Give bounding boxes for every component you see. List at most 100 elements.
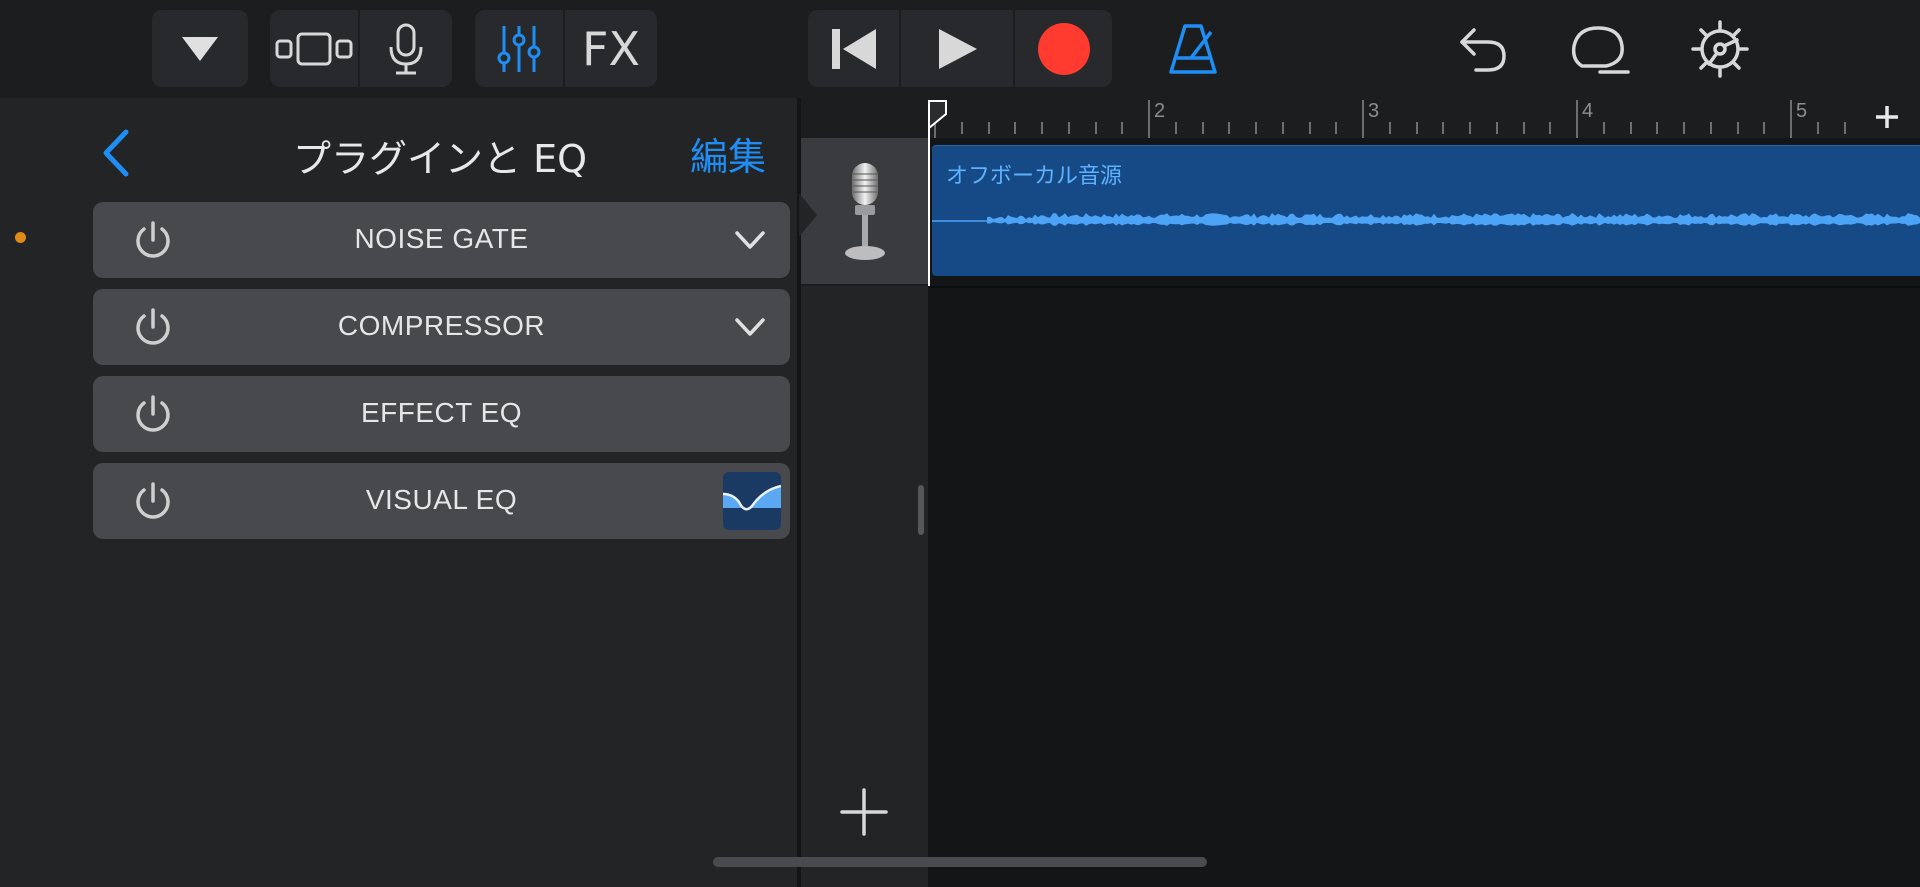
ruler-tick [1228, 122, 1231, 134]
metronome-button[interactable] [1158, 14, 1228, 84]
ruler-tick [1602, 122, 1605, 134]
chevron-down-icon [735, 231, 765, 249]
status-dot [15, 232, 26, 243]
add-track-button[interactable] [838, 786, 890, 838]
ruler-number: 5 [1796, 100, 1808, 122]
track-view-icon [275, 32, 353, 65]
ruler-tick [1041, 122, 1043, 134]
track-view-button[interactable] [270, 10, 360, 87]
ruler-number: 3 [1368, 100, 1380, 122]
record-button[interactable] [1015, 10, 1112, 87]
microphone-button[interactable] [360, 10, 452, 87]
microphone-icon [389, 23, 423, 74]
plugin-name: VISUAL EQ [365, 484, 518, 515]
lane-divider [928, 286, 1920, 288]
ruler-tick [1174, 122, 1177, 134]
ruler-tick [1281, 122, 1284, 134]
back-button[interactable] [98, 128, 138, 178]
visual-eq-thumbnail[interactable] [723, 472, 781, 530]
play-button[interactable] [901, 10, 1015, 87]
plugin-row-effect-eq[interactable]: EFFECT EQ [93, 376, 790, 452]
ruler-tick [1121, 122, 1124, 134]
region-name: オフボーカル音源 [946, 164, 1123, 189]
mixer-fx-group: FX [475, 10, 657, 87]
ruler-tick [1014, 122, 1017, 134]
chevron-down-icon [735, 318, 765, 336]
track-header-spacer [801, 98, 928, 138]
ruler-tick [1067, 122, 1070, 134]
triangle-down-icon [182, 36, 218, 61]
plugin-row-noise-gate[interactable]: NOISE GATE [93, 202, 790, 278]
loop-button[interactable] [1565, 14, 1635, 84]
bar-ruler[interactable]: 2 3 4 5 [928, 98, 1920, 138]
play-icon [939, 28, 977, 69]
browser-button[interactable] [152, 10, 248, 87]
plugins-panel: プラグインと EQ 編集 NOISE GATE COMPRESSOR EFFEC… [0, 98, 799, 887]
sliders-icon [497, 25, 541, 72]
ruler-tick [1201, 122, 1204, 134]
microphone-icon [845, 163, 885, 260]
eq-curve-icon [723, 484, 781, 511]
ruler-tick [1148, 100, 1150, 138]
plugin-name: EFFECT EQ [360, 397, 523, 428]
edit-button[interactable]: 編集 [690, 126, 766, 181]
ruler-tick [1816, 122, 1819, 134]
ruler-tick [1442, 122, 1445, 134]
plugin-name: COMPRESSOR [337, 310, 546, 341]
plugin-row-visual-eq[interactable]: VISUAL EQ [93, 463, 790, 539]
plugin-name: NOISE GATE [354, 223, 529, 254]
ruler-tick [1094, 122, 1097, 134]
track-headers [799, 98, 928, 887]
playhead-handle[interactable] [928, 100, 950, 130]
home-indicator [713, 857, 1207, 867]
ruler-tick [1522, 122, 1525, 134]
ruler-tick [1415, 122, 1418, 134]
expand-button[interactable] [733, 315, 767, 339]
ruler-tick [960, 122, 963, 134]
chevron-left-icon [103, 129, 129, 177]
toolbar: FX [0, 0, 1920, 98]
fx-label: FX [582, 21, 640, 76]
ruler-tick [1495, 122, 1498, 134]
selection-notch [799, 193, 817, 237]
ruler-tick [1790, 100, 1792, 138]
ruler-tick [1362, 100, 1364, 138]
ruler-number: 2 [1154, 100, 1166, 122]
undo-icon [1460, 28, 1506, 72]
expand-button[interactable] [733, 228, 767, 252]
fx-button[interactable]: FX [565, 10, 657, 87]
ruler-tick [987, 122, 990, 134]
go-to-start-button[interactable] [808, 10, 901, 87]
transport-group [808, 10, 1112, 87]
mixer-button[interactable] [475, 10, 565, 87]
ruler-tick [1709, 122, 1712, 134]
ruler-tick [1308, 122, 1311, 134]
page-title: プラグインと EQ [293, 137, 587, 181]
undo-button[interactable] [1447, 14, 1517, 84]
track-header-audio-recorder[interactable] [799, 138, 928, 286]
go-to-start-icon [831, 28, 876, 69]
ruler-tick [1843, 122, 1846, 134]
add-section-button[interactable] [1872, 102, 1902, 132]
audio-region[interactable]: オフボーカル音源 [932, 145, 1920, 276]
settings-button[interactable] [1685, 14, 1755, 84]
ruler-number: 4 [1582, 100, 1594, 122]
plugin-list: NOISE GATE COMPRESSOR EFFECT EQ VISUAL E… [93, 202, 790, 550]
record-icon [1037, 22, 1090, 75]
waveform [932, 213, 1920, 226]
plus-icon [840, 788, 888, 836]
browser-button-group [152, 10, 248, 87]
track-resize-handle[interactable] [918, 485, 924, 535]
ruler-tick [1255, 122, 1257, 134]
ruler-tick [1469, 122, 1471, 134]
ruler-tick [1736, 122, 1739, 134]
ruler-tick [1335, 122, 1338, 134]
plus-icon [1876, 106, 1898, 128]
timeline[interactable]: 2 3 4 5 オフボーカル音源 [928, 98, 1920, 887]
loop-icon [1571, 26, 1630, 74]
ruler-tick [1549, 122, 1552, 134]
plugin-row-compressor[interactable]: COMPRESSOR [93, 289, 790, 365]
ruler-tick [1388, 122, 1391, 134]
view-mic-group [270, 10, 452, 87]
ruler-tick [1629, 122, 1632, 134]
